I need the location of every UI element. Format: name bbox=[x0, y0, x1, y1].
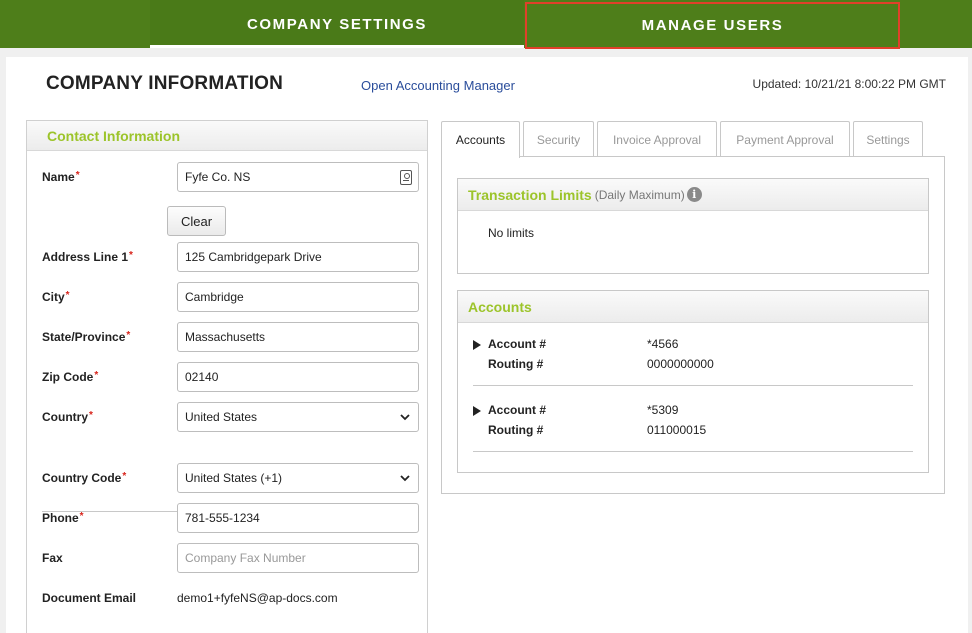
tab-accounts[interactable]: Accounts bbox=[441, 121, 520, 158]
tab-invoice-approval[interactable]: Invoice Approval bbox=[597, 121, 717, 157]
zip-label: Zip Code* bbox=[42, 370, 99, 384]
city-label: City* bbox=[42, 290, 70, 304]
tab-settings[interactable]: Settings bbox=[853, 121, 923, 157]
account-divider bbox=[473, 451, 913, 452]
clear-button[interactable]: Clear bbox=[167, 206, 226, 236]
address-input[interactable]: 125 Cambridgepark Drive bbox=[177, 242, 419, 272]
tab-security[interactable]: Security bbox=[523, 121, 594, 157]
required-marker: * bbox=[122, 471, 127, 482]
accounts-box: Accounts Account # *4566 Routing # 00000… bbox=[457, 290, 929, 473]
country-select[interactable]: United States bbox=[177, 402, 419, 432]
phone-label: Phone* bbox=[42, 511, 84, 525]
state-input[interactable]: Massachusetts bbox=[177, 322, 419, 352]
required-marker: * bbox=[65, 290, 70, 301]
account-entry: Account # *4566 Routing # 0000000000 bbox=[473, 337, 913, 403]
account-number-label: Account # bbox=[488, 403, 547, 417]
chevron-down-icon bbox=[400, 414, 410, 421]
country-code-row: Country Code* United States (+1) bbox=[42, 463, 419, 493]
account-number-label: Account # bbox=[488, 337, 547, 351]
info-icon[interactable]: i bbox=[686, 187, 702, 202]
nav-tab-manage-users[interactable]: MANAGE USERS bbox=[525, 2, 900, 49]
nav-tab-company-settings[interactable]: COMPANY SETTINGS bbox=[150, 0, 524, 48]
account-divider bbox=[473, 385, 913, 386]
daily-maximum-subtitle: (Daily Maximum) bbox=[594, 187, 685, 202]
no-limits-text: No limits bbox=[488, 226, 535, 240]
routing-number-value: 0000000000 bbox=[647, 357, 714, 371]
country-code-label: Country Code* bbox=[42, 471, 127, 485]
name-row: Name* Fyfe Co. NS bbox=[42, 162, 419, 192]
account-entry: Account # *5309 Routing # 011000015 bbox=[473, 403, 913, 469]
city-row: City* Cambridge bbox=[42, 282, 419, 312]
accounts-tab-panel: Transaction Limits (Daily Maximum) i No … bbox=[441, 156, 945, 494]
document-email-label: Document Email bbox=[42, 591, 137, 605]
name-value: Fyfe Co. NS bbox=[185, 170, 251, 184]
fax-row: Fax Company Fax Number bbox=[42, 543, 419, 573]
document-email-row: Document Email demo1+fyfeNS@ap-docs.com bbox=[42, 583, 407, 613]
phone-input[interactable]: 781-555-1234 bbox=[177, 503, 419, 533]
country-code-value: United States (+1) bbox=[185, 471, 283, 485]
account-number-value: *4566 bbox=[647, 337, 679, 351]
tab-payment-approval[interactable]: Payment Approval bbox=[720, 121, 850, 157]
transaction-limits-title: Transaction Limits bbox=[468, 186, 592, 203]
fax-input[interactable]: Company Fax Number bbox=[177, 543, 419, 573]
page-title: COMPANY INFORMATION bbox=[46, 73, 284, 94]
expand-arrow-icon[interactable] bbox=[473, 406, 481, 416]
zip-input[interactable]: 02140 bbox=[177, 362, 419, 392]
name-label: Name* bbox=[42, 170, 80, 184]
updated-timestamp: Updated: 10/21/21 8:00:22 PM GMT bbox=[752, 77, 946, 91]
document-email-value: demo1+fyfeNS@ap-docs.com bbox=[177, 591, 338, 605]
routing-number-label: Routing # bbox=[488, 357, 544, 371]
phone-row: Phone* 781-555-1234 bbox=[42, 503, 419, 533]
required-marker: * bbox=[126, 330, 131, 341]
contact-information-heading: Contact Information bbox=[27, 121, 427, 151]
contact-information-panel: Contact Information Name* Fyfe Co. NS Cl… bbox=[26, 120, 428, 633]
city-input[interactable]: Cambridge bbox=[177, 282, 419, 312]
address-row: Address Line 1* 125 Cambridgepark Drive bbox=[42, 242, 419, 272]
required-marker: * bbox=[89, 410, 93, 421]
country-value: United States bbox=[185, 410, 258, 424]
required-marker: * bbox=[94, 370, 99, 381]
name-input[interactable]: Fyfe Co. NS bbox=[177, 162, 419, 192]
country-label: Country* bbox=[42, 410, 93, 424]
accounts-heading: Accounts bbox=[458, 291, 928, 323]
country-row: Country* United States bbox=[42, 402, 419, 432]
state-label: State/Province* bbox=[42, 330, 131, 344]
routing-number-label: Routing # bbox=[488, 423, 544, 437]
transaction-limits-box: Transaction Limits (Daily Maximum) i No … bbox=[457, 178, 929, 274]
account-number-value: *5309 bbox=[647, 403, 679, 417]
routing-number-value: 011000015 bbox=[647, 423, 707, 437]
address-label: Address Line 1* bbox=[42, 250, 133, 264]
chevron-down-icon bbox=[400, 475, 410, 482]
contact-card-icon[interactable] bbox=[400, 170, 412, 185]
fax-label: Fax bbox=[42, 551, 63, 565]
state-row: State/Province* Massachusetts bbox=[42, 322, 419, 352]
top-nav: COMPANY SETTINGS MANAGE USERS bbox=[0, 0, 972, 49]
required-marker: * bbox=[79, 511, 84, 522]
zip-row: Zip Code* 02140 bbox=[42, 362, 419, 392]
page-content: COMPANY INFORMATION Open Accounting Mana… bbox=[6, 57, 968, 633]
open-accounting-manager-link[interactable]: Open Accounting Manager bbox=[361, 78, 515, 93]
expand-arrow-icon[interactable] bbox=[473, 340, 481, 350]
required-marker: * bbox=[75, 170, 80, 181]
country-code-select[interactable]: United States (+1) bbox=[177, 463, 419, 493]
required-marker: * bbox=[129, 250, 133, 261]
transaction-limits-heading: Transaction Limits (Daily Maximum) i bbox=[458, 179, 928, 211]
